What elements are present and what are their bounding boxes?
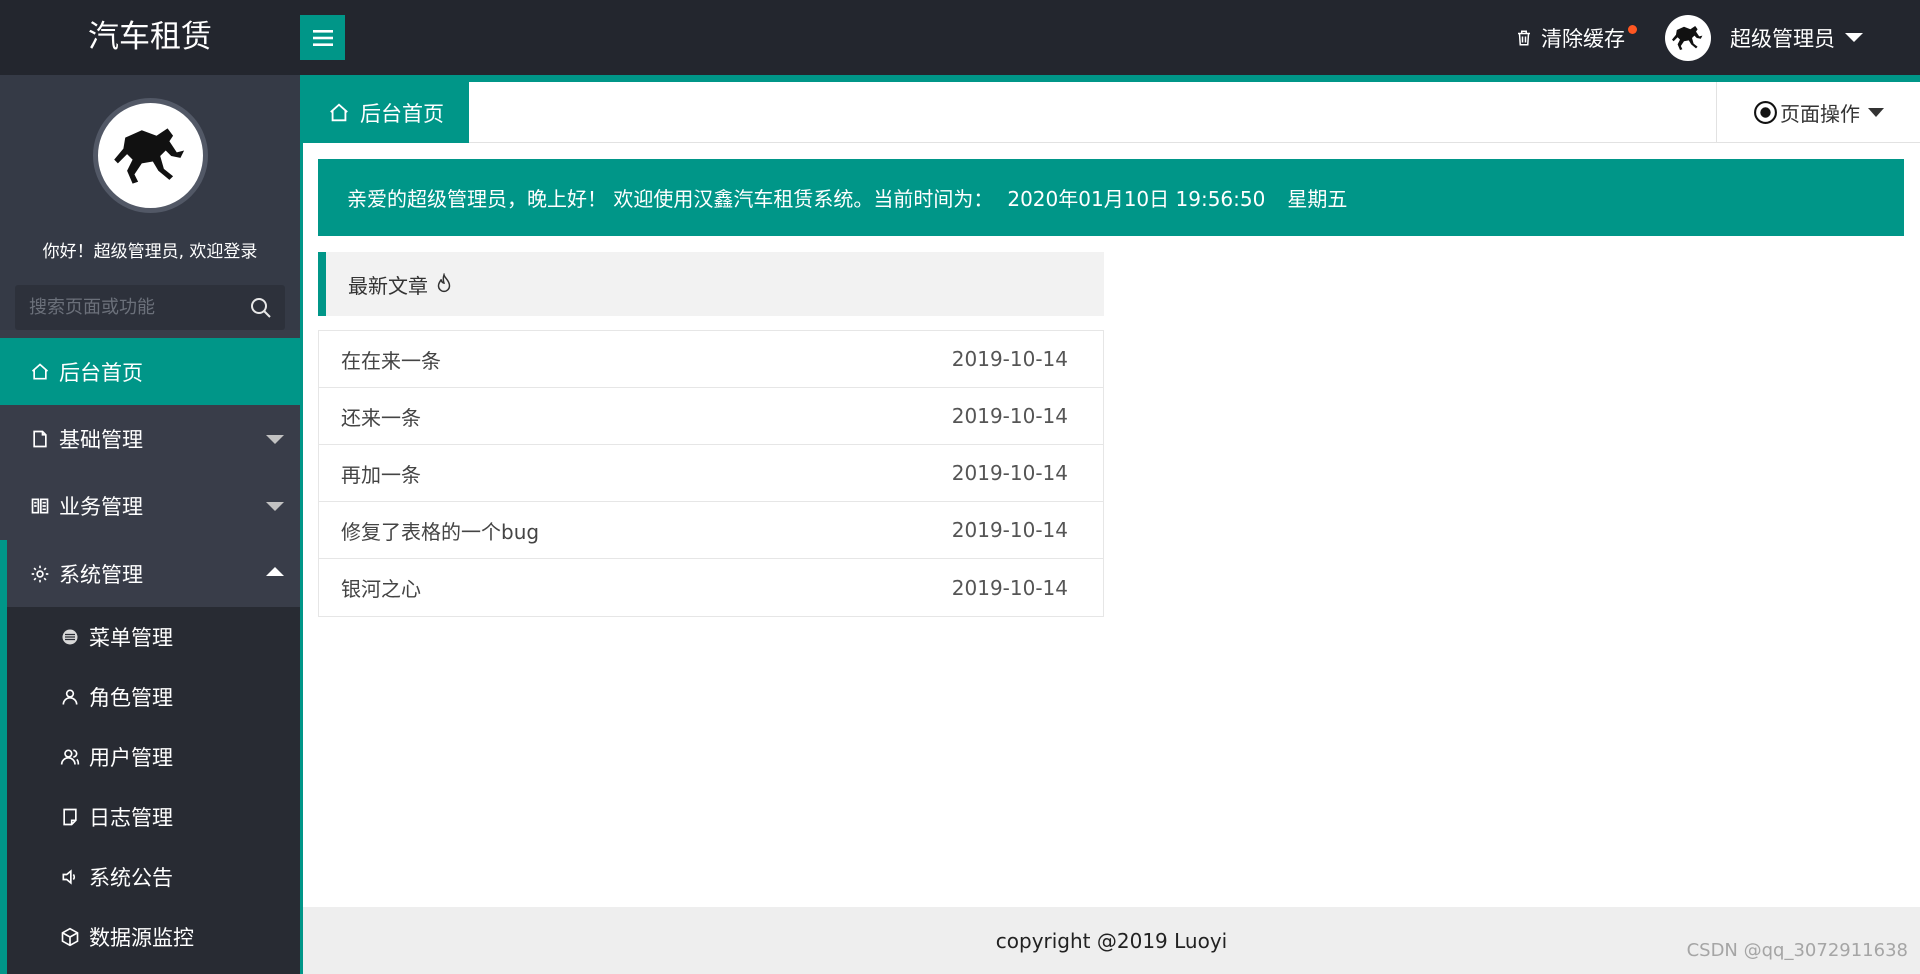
chevron-down-icon (266, 502, 284, 511)
page-operations-label: 页面操作 (1780, 102, 1860, 126)
watermark: CSDN @qq_3072911638 (1686, 940, 1908, 961)
home-icon (31, 362, 49, 379)
sidebar-item-label: 系统管理 (59, 562, 143, 587)
home-icon (330, 103, 348, 121)
speaker-icon (62, 869, 76, 885)
notification-dot (1628, 24, 1637, 34)
page-operations-dropdown[interactable]: 页面操作 (1716, 82, 1920, 143)
article-date: 2019-10-14 (951, 347, 1068, 371)
sidebar-subitem-role[interactable]: 角色管理 (7, 667, 300, 727)
search-input[interactable] (15, 285, 285, 330)
users-icon (60, 749, 80, 765)
sidebar-item-home[interactable]: 后台首页 (0, 338, 300, 405)
sidebar-item-system[interactable]: 系统管理 (0, 540, 300, 607)
sidebar-subitem-label: 数据源监控 (89, 926, 194, 950)
sidebar-subitem-label: 角色管理 (89, 686, 173, 710)
clear-cache-button[interactable]: 清除缓存 (1515, 23, 1637, 53)
sidebar-subitem-user[interactable]: 用户管理 (7, 727, 300, 787)
horse-logo-icon (113, 127, 184, 184)
hamburger-icon (312, 29, 333, 46)
sidebar-item-label: 后台首页 (59, 360, 143, 385)
app-logo[interactable]: 汽车租赁 (0, 0, 300, 75)
article-title: 再加一条 (341, 462, 421, 487)
gear-icon (31, 565, 49, 582)
user-menu[interactable]: 超级管理员 (1665, 14, 1863, 61)
article-title: 修复了表格的一个bug (341, 519, 540, 544)
tab-bar: 后台首页 页面操作 (303, 82, 1920, 143)
articles-list: 在在来一条 2019-10-14 还来一条 2019-10-14 再加一条 20… (318, 330, 1104, 617)
sidebar-subitem-label: 日志管理 (89, 806, 173, 830)
article-date: 2019-10-14 (951, 575, 1068, 600)
fire-icon (437, 273, 451, 292)
sidebar-item-business[interactable]: 业务管理 (0, 472, 300, 539)
log-icon (63, 808, 77, 826)
article-date: 2019-10-14 (951, 518, 1068, 542)
top-bar: 汽车租赁 清除缓存 超级管理员 (0, 0, 1920, 75)
tab-accent-line (303, 75, 1920, 82)
sidebar: 你好！超级管理员, 欢迎登录 后台首页 基础管理 业务管理 系统管理 菜单管理 (0, 75, 300, 974)
chevron-down-icon (266, 435, 284, 444)
banner-weekday: 星期五 (1287, 187, 1348, 211)
sidebar-subitem-label: 用户管理 (89, 746, 173, 770)
chevron-down-icon (1845, 33, 1863, 42)
business-icon (31, 498, 49, 513)
file-icon (33, 430, 47, 447)
sidebar-item-label: 业务管理 (59, 494, 143, 519)
article-date: 2019-10-14 (951, 461, 1068, 485)
trash-icon (1518, 30, 1530, 45)
welcome-text: 你好！超级管理员, 欢迎登录 (42, 242, 258, 262)
list-item[interactable]: 修复了表格的一个bug 2019-10-14 (319, 502, 1103, 559)
footer: copyright @2019 Luoyi (303, 907, 1920, 974)
articles-panel-header: 最新文章 (318, 252, 1104, 316)
list-item[interactable]: 再加一条 2019-10-14 (319, 445, 1103, 502)
sidebar-profile: 你好！超级管理员, 欢迎登录 (0, 75, 300, 330)
sidebar-item-basic[interactable]: 基础管理 (0, 405, 300, 472)
user-name: 超级管理员 (1730, 26, 1835, 51)
sidebar-subitem-log[interactable]: 日志管理 (7, 787, 300, 847)
tab-label: 后台首页 (360, 101, 444, 126)
profile-avatar[interactable] (93, 98, 208, 213)
chevron-down-icon (1868, 108, 1884, 117)
banner-datetime: 2020年01月10日 19:56:50 (1007, 187, 1266, 211)
horse-logo-icon (1672, 25, 1703, 50)
sidebar-subitem-label: 系统公告 (89, 866, 173, 890)
user-icon (62, 689, 78, 705)
sidebar-item-label: 基础管理 (59, 427, 143, 452)
article-date: 2019-10-14 (951, 404, 1068, 428)
list-item[interactable]: 银河之心 2019-10-14 (319, 559, 1103, 616)
menu-circle-icon (62, 629, 78, 645)
cube-icon (61, 927, 79, 947)
banner-greeting: 亲爱的超级管理员，晚上好！ 欢迎使用汉鑫汽车租赁系统。当前时间为： (347, 187, 994, 211)
welcome-banner: 亲爱的超级管理员，晚上好！ 欢迎使用汉鑫汽车租赁系统。当前时间为： 2020年0… (318, 159, 1904, 236)
chevron-up-icon (266, 567, 284, 576)
system-submenu: 菜单管理 角色管理 用户管理 日志管理 系统公告 数据源监控 (0, 607, 300, 974)
articles-title: 最新文章 (348, 273, 428, 298)
sidebar-subitem-menu[interactable]: 菜单管理 (7, 607, 300, 667)
sidebar-subitem-datasource[interactable]: 数据源监控 (7, 907, 300, 967)
copyright-text: copyright @2019 Luoyi (995, 928, 1228, 953)
tab-home[interactable]: 后台首页 (303, 82, 469, 143)
search-box (15, 285, 285, 330)
list-item[interactable]: 还来一条 2019-10-14 (319, 388, 1103, 445)
main-content: 后台首页 页面操作 亲爱的超级管理员，晚上好！ 欢迎使用汉鑫汽车租赁系统。当前时… (300, 75, 1920, 974)
menu-toggle-button[interactable] (300, 15, 345, 60)
sidebar-subitem-notice[interactable]: 系统公告 (7, 847, 300, 907)
search-icon[interactable] (249, 296, 273, 320)
article-title: 还来一条 (341, 405, 421, 430)
sidebar-subitem-label: 菜单管理 (89, 626, 173, 650)
clear-cache-label: 清除缓存 (1541, 26, 1625, 51)
article-title: 银河之心 (341, 577, 421, 601)
list-item[interactable]: 在在来一条 2019-10-14 (319, 331, 1103, 388)
avatar (1665, 14, 1711, 61)
target-icon (1754, 101, 1777, 124)
article-title: 在在来一条 (341, 348, 441, 373)
